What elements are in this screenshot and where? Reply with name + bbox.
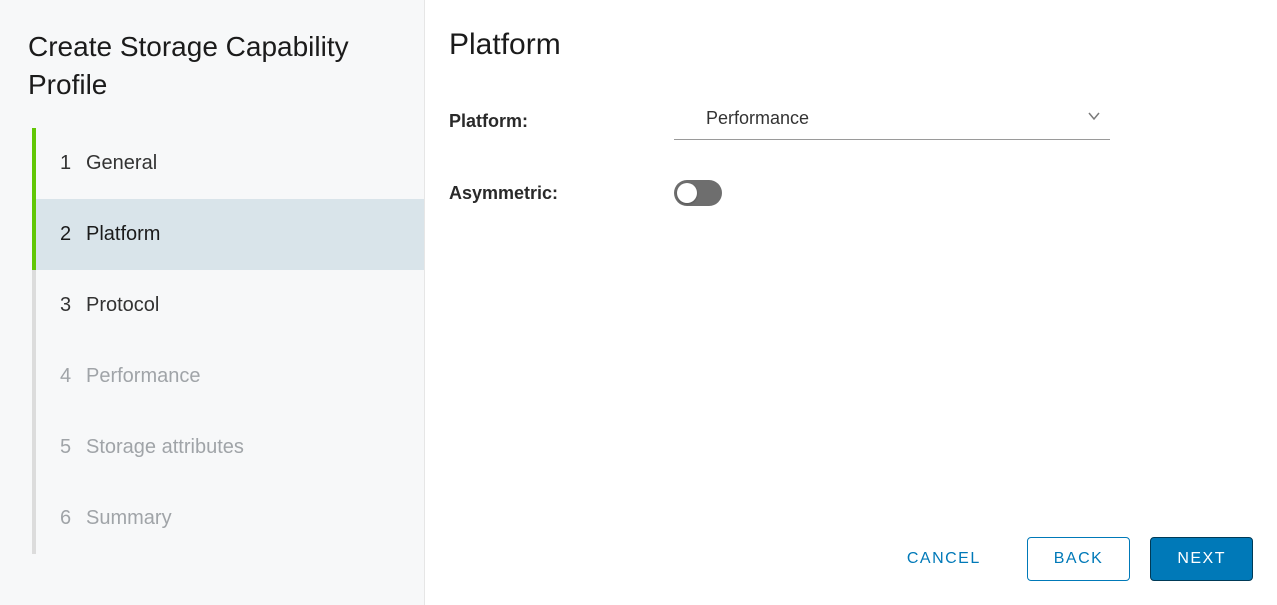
step-label: Storage attributes	[86, 436, 244, 459]
step-label: Performance	[86, 365, 201, 388]
step-platform[interactable]: 2 Platform	[32, 199, 424, 270]
platform-select[interactable]: Performance	[674, 102, 1110, 140]
wizard-container: Create Storage Capability Profile 1 Gene…	[0, 0, 1277, 605]
wizard-sidebar: Create Storage Capability Profile 1 Gene…	[0, 0, 425, 605]
step-number: 1	[60, 152, 80, 175]
page-title: Platform	[449, 28, 1253, 62]
step-summary[interactable]: 6 Summary	[32, 483, 424, 554]
asymmetric-label: Asymmetric:	[449, 183, 674, 204]
step-performance[interactable]: 4 Performance	[32, 341, 424, 412]
wizard-steps: 1 General 2 Platform 3 Protocol 4 Perfor…	[28, 128, 424, 554]
wizard-title: Create Storage Capability Profile	[28, 28, 424, 104]
step-number: 3	[60, 294, 80, 317]
step-protocol[interactable]: 3 Protocol	[32, 270, 424, 341]
back-button[interactable]: BACK	[1027, 537, 1131, 581]
platform-label: Platform:	[449, 111, 674, 132]
asymmetric-toggle[interactable]	[674, 180, 722, 206]
platform-select-value: Performance	[674, 102, 1110, 140]
step-label: Summary	[86, 507, 172, 530]
toggle-knob	[677, 183, 697, 203]
step-number: 2	[60, 223, 80, 246]
platform-row: Platform: Performance	[449, 102, 1253, 140]
step-label: General	[86, 152, 157, 175]
step-number: 4	[60, 365, 80, 388]
step-storage-attributes[interactable]: 5 Storage attributes	[32, 412, 424, 483]
wizard-main: Platform Platform: Performance Asymmetri…	[425, 0, 1277, 605]
cancel-button[interactable]: CANCEL	[881, 538, 1007, 580]
wizard-footer: CANCEL BACK NEXT	[449, 517, 1253, 581]
step-number: 5	[60, 436, 80, 459]
step-general[interactable]: 1 General	[32, 128, 424, 199]
next-button[interactable]: NEXT	[1150, 537, 1253, 581]
asymmetric-row: Asymmetric:	[449, 180, 1253, 206]
step-number: 6	[60, 507, 80, 530]
step-label: Platform	[86, 223, 160, 246]
step-label: Protocol	[86, 294, 159, 317]
